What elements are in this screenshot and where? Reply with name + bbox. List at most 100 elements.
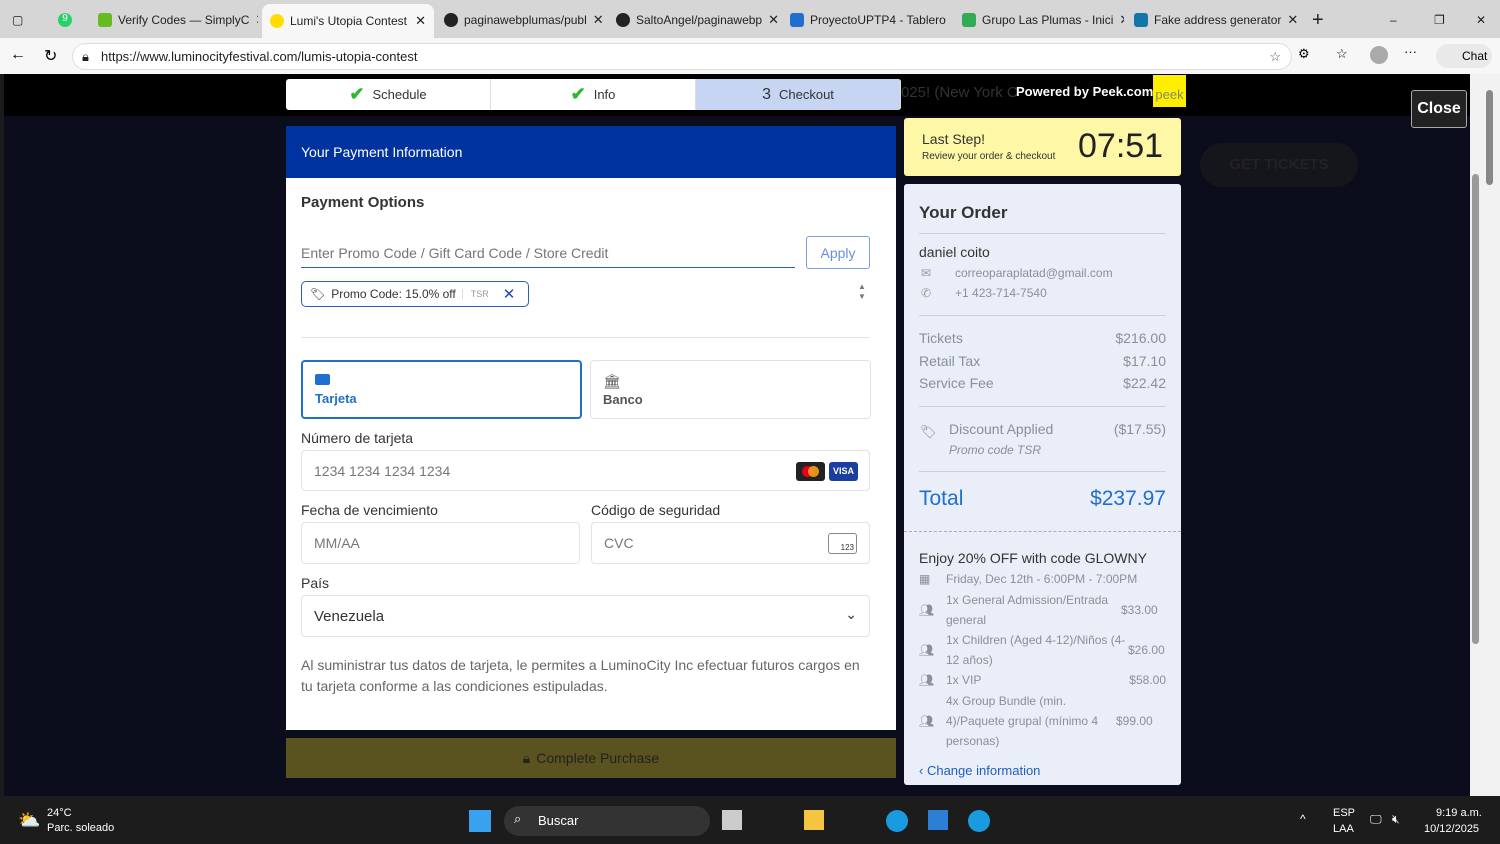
favicon	[270, 14, 284, 28]
close-tab-icon[interactable]: ✕	[415, 13, 426, 29]
payment-panel: Your Payment Information Payment Options…	[286, 126, 896, 730]
bank-icon: 🏛︎	[603, 373, 621, 389]
task-view-icon[interactable]	[722, 810, 742, 830]
get-tickets-button[interactable]: GET TICKETS	[1200, 143, 1358, 187]
close-tab-icon[interactable]: ✕	[255, 12, 258, 28]
tab-lumis-utopia[interactable]: Lumi's Utopia Contest ✕	[262, 4, 434, 38]
total-line: Total $237.97	[919, 487, 1166, 510]
cvc-label: Código de seguridad	[591, 502, 721, 518]
visa-icon: VISA	[829, 462, 858, 481]
expiry-label: Fecha de vencimiento	[301, 502, 438, 518]
whatsapp-tab[interactable]: 9	[50, 6, 80, 34]
scrollbar-thumb[interactable]	[1472, 174, 1479, 644]
check-icon: ✔	[570, 84, 586, 104]
step-schedule[interactable]: ✔ Schedule	[286, 79, 491, 110]
promo-chip: 🏷︎ Promo Code: 15.0% off TSR ✕	[301, 281, 529, 307]
country-label: País	[301, 575, 330, 591]
close-tab-icon[interactable]: ✕	[1287, 12, 1298, 28]
favorites-icon[interactable]: ☆	[1336, 46, 1348, 62]
divider	[301, 337, 870, 338]
change-information-link[interactable]: ‹ Change information	[919, 763, 1040, 778]
line-retail-tax: Retail Tax $17.10	[919, 353, 1166, 369]
tab-grupo-plumas[interactable]: Grupo Las Plumas - Inici✕	[954, 6, 1124, 34]
complete-purchase-button[interactable]: 🔒︎ Complete Purchase	[286, 738, 896, 778]
edge-icon[interactable]	[968, 810, 990, 832]
step-checkout[interactable]: 3 Checkout	[696, 79, 901, 110]
refresh-icon[interactable]: ↻	[44, 46, 57, 66]
favicon	[1134, 13, 1148, 27]
ticket-divider	[904, 531, 1181, 532]
line-service-fee: Service Fee $22.42	[919, 375, 1166, 391]
scroll-arrows-icon[interactable]: ▲ ▼	[858, 282, 866, 302]
tab-actions-icon[interactable]: ▢	[4, 6, 34, 34]
cvc-input[interactable]: CVC 123	[591, 522, 870, 564]
extensions-icon[interactable]: ⚙	[1298, 46, 1310, 62]
group-icon: 👥︎	[919, 643, 935, 657]
vscode-icon[interactable]	[928, 810, 948, 830]
group-icon: 👥︎	[919, 714, 935, 728]
weather-icon: ⛅	[18, 810, 41, 830]
line-tickets: Tickets $216.00	[919, 330, 1166, 346]
tag-icon: 🏷︎	[310, 287, 326, 301]
divider	[919, 315, 1166, 316]
divider	[919, 233, 1166, 234]
card-number-input[interactable]: 1234 1234 1234 1234 VISA	[301, 450, 870, 491]
favorite-star-icon[interactable]: ☆	[1269, 44, 1281, 69]
payment-header: Your Payment Information	[286, 126, 896, 178]
minimize-button[interactable]: –	[1382, 6, 1405, 34]
restore-button[interactable]: ❐	[1426, 6, 1453, 34]
method-banco[interactable]: 🏛︎ Banco	[590, 360, 871, 419]
favicon	[962, 13, 976, 27]
new-tab-button[interactable]: +	[1304, 6, 1332, 34]
search-box[interactable]: ⌕ Buscar	[504, 806, 710, 836]
tab-github-2[interactable]: SaltoAngel/paginawebp ✕	[608, 6, 780, 34]
tab-trello[interactable]: ProyectoUPTP4 - Tablero✕	[782, 6, 952, 34]
tab-verify-codes[interactable]: Verify Codes — SimplyC✕	[90, 6, 258, 34]
edge-icon[interactable]	[886, 810, 908, 832]
timer-panel: Last Step! Review your order & checkout …	[904, 118, 1181, 176]
method-tarjeta[interactable]: Tarjeta	[301, 360, 582, 419]
tab-fake-address[interactable]: Fake address generator ✕	[1126, 6, 1298, 34]
windows-start-icon[interactable]	[469, 810, 491, 832]
close-tab-icon[interactable]: ✕	[1119, 12, 1124, 28]
expiry-input[interactable]: MM/AA	[301, 522, 580, 564]
tag-icon: 🏷︎	[920, 424, 937, 439]
discount-line: Discount Applied ($17.55)	[949, 421, 1166, 437]
country-select[interactable]: Venezuela ⌄	[301, 595, 870, 637]
close-tab-icon[interactable]: ✕	[593, 12, 604, 28]
mastercard-icon	[796, 462, 825, 481]
back-icon[interactable]: ←	[10, 46, 26, 64]
file-explorer-icon[interactable]	[804, 810, 824, 830]
check-icon: ✔	[349, 84, 365, 104]
board-icon	[790, 13, 804, 27]
page-scrollbar[interactable]	[1470, 74, 1500, 796]
tab-github-1[interactable]: paginawebplumas/publ ✕	[436, 6, 606, 34]
cvc-card-icon: 123	[828, 533, 857, 554]
promo-code-input[interactable]	[301, 238, 795, 268]
search-icon: ⌕	[514, 811, 522, 826]
powered-by-text: Powered by Peek.com	[1016, 84, 1154, 99]
url-field[interactable]: 🔒︎ https://www.luminocityfestival.com/lum…	[72, 43, 1292, 70]
chevron-up-icon[interactable]: ^	[1300, 812, 1306, 826]
lock-icon: 🔒︎	[522, 749, 531, 766]
network-icon[interactable]: 🖵	[1370, 812, 1382, 827]
close-button[interactable]: Close	[1411, 90, 1467, 128]
group-icon: 👥︎	[919, 673, 935, 687]
volume-muted-icon[interactable]: 🔇︎	[1392, 812, 1400, 827]
copilot-chat-button[interactable]: Chat	[1436, 44, 1492, 68]
apply-button[interactable]: Apply	[806, 236, 870, 269]
email-icon: ✉	[921, 266, 932, 280]
window-close-button[interactable]: ✕	[1468, 6, 1494, 34]
remove-promo-icon[interactable]: ✕	[503, 285, 516, 303]
close-tab-icon[interactable]: ✕	[768, 12, 779, 28]
lock-icon: 🔒︎	[82, 49, 89, 64]
step-info[interactable]: ✔ Info	[491, 79, 696, 110]
checkout-steps: ✔ Schedule ✔ Info 3 Checkout	[286, 79, 901, 110]
more-icon[interactable]: ···	[1404, 44, 1417, 59]
countdown-timer: 07:51	[1078, 127, 1164, 165]
favicon	[98, 13, 112, 27]
profile-avatar[interactable]	[1370, 46, 1388, 64]
taskbar: ⛅ 24°C Parc. soleado ⌕ Buscar ^ ESP LAA 🖵…	[0, 798, 1500, 844]
card-number-label: Número de tarjeta	[301, 430, 414, 446]
divider	[919, 471, 1166, 472]
